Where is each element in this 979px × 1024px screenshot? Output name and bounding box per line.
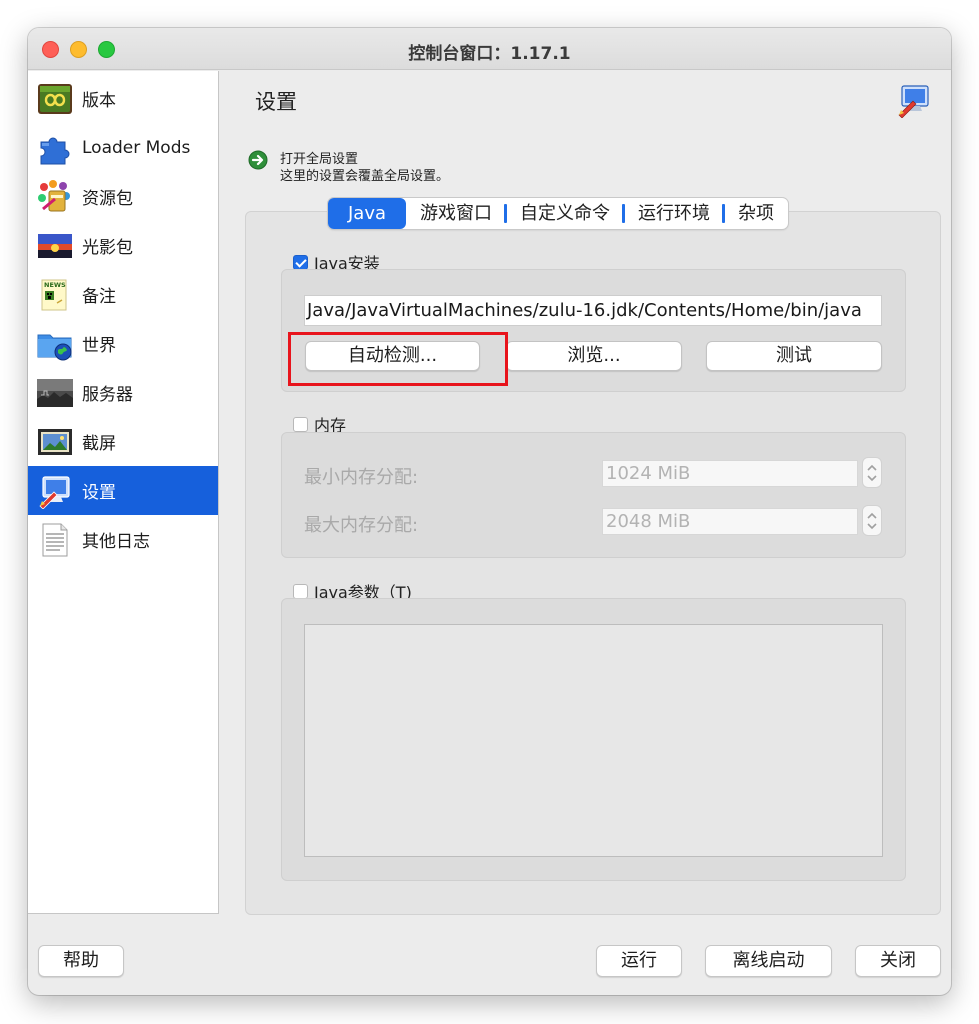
- launcher-window: 控制台窗口：1.17.1 版本 Loader Mods 资源包 光影包 NEWS…: [28, 28, 951, 995]
- browse-button[interactable]: 浏览...: [506, 341, 682, 371]
- java-args-checkbox[interactable]: [293, 583, 308, 599]
- sidebar-item-label: 世界: [82, 336, 116, 356]
- version-infinity-icon: [38, 83, 72, 114]
- picture-frame-icon: [38, 428, 72, 455]
- tab-environment[interactable]: 运行环境: [624, 198, 726, 229]
- sidebar-item-loader-mods[interactable]: Loader Mods: [28, 123, 218, 172]
- max-memory-stepper[interactable]: [862, 505, 882, 536]
- sidebar-item-label: 光影包: [82, 238, 133, 258]
- sidebar-item-label: 设置: [82, 483, 116, 503]
- log-document-icon: [42, 523, 68, 556]
- java-args-textarea[interactable]: [304, 624, 883, 857]
- sunset-image-icon: [38, 233, 72, 258]
- sidebar-item-settings[interactable]: 设置: [28, 466, 218, 515]
- arrow-right-circle-icon[interactable]: [248, 150, 268, 170]
- settings-pen-monitor-icon: [39, 475, 70, 509]
- tab-custom-commands[interactable]: 自定义命令: [506, 198, 626, 229]
- folder-globe-icon: [37, 334, 72, 360]
- settings-pen-monitor-icon: [898, 85, 929, 118]
- min-memory-field[interactable]: 1024 MiB: [602, 460, 858, 487]
- java-path-field[interactable]: Java/JavaVirtualMachines/zulu-16.jdk/Con…: [304, 295, 882, 326]
- test-button[interactable]: 测试: [706, 341, 882, 371]
- min-memory-label: 最小内存分配:: [304, 467, 419, 488]
- tab-label: 自定义命令: [520, 203, 611, 224]
- max-memory-label: 最大内存分配:: [304, 515, 419, 536]
- sidebar-item-notes[interactable]: NEWS 备注: [28, 270, 218, 319]
- global-settings-hint: 这里的设置会覆盖全局设置。: [280, 169, 450, 184]
- sidebar-item-screenshots[interactable]: 截屏: [28, 417, 218, 466]
- sidebar: 版本 Loader Mods 资源包 光影包 NEWS 备注 世界 服务器 截屏…: [28, 71, 219, 914]
- news-note-icon: NEWS: [41, 279, 67, 310]
- memory-checkbox[interactable]: [293, 416, 308, 432]
- sidebar-item-label: Loader Mods: [82, 137, 191, 158]
- sidebar-item-label: 资源包: [82, 189, 133, 209]
- stepper-arrows-icon: [867, 512, 877, 530]
- tab-java[interactable]: Java: [328, 198, 407, 229]
- sidebar-item-version[interactable]: 版本: [28, 74, 218, 123]
- page-title: 设置: [255, 90, 297, 114]
- min-memory-stepper[interactable]: [862, 457, 882, 488]
- sidebar-item-label: 版本: [82, 91, 116, 111]
- window-title: 控制台窗口：1.17.1: [408, 44, 571, 64]
- tab-label: 运行环境: [638, 203, 711, 224]
- sidebar-item-resource-packs[interactable]: 资源包: [28, 172, 218, 221]
- offline-launch-button[interactable]: 离线启动: [705, 945, 832, 977]
- sidebar-item-shader-packs[interactable]: 光影包: [28, 221, 218, 270]
- paint-palette-icon: [38, 179, 70, 211]
- tab-bar: Java 游戏窗口 自定义命令 运行环境 杂项: [328, 198, 789, 229]
- server-landscape-icon: [37, 378, 73, 407]
- title-bar: 控制台窗口：1.17.1: [28, 28, 951, 70]
- svg-text:NEWS: NEWS: [44, 281, 66, 289]
- tab-misc[interactable]: 杂项: [724, 198, 788, 229]
- tab-label: 游戏窗口: [420, 203, 493, 224]
- tab-label: 杂项: [738, 203, 775, 224]
- run-button[interactable]: 运行: [596, 945, 682, 977]
- sidebar-item-worlds[interactable]: 世界: [28, 319, 218, 368]
- close-button[interactable]: 关闭: [855, 945, 941, 977]
- sidebar-item-label: 服务器: [82, 385, 133, 405]
- help-button[interactable]: 帮助: [38, 945, 124, 977]
- sidebar-item-label: 截屏: [82, 434, 116, 454]
- memory-group: [281, 432, 906, 558]
- highlight-box: [288, 332, 508, 386]
- tab-game-window[interactable]: 游戏窗口: [406, 198, 508, 229]
- sidebar-item-label: 其他日志: [82, 532, 150, 552]
- java-install-checkbox[interactable]: [293, 254, 308, 270]
- sidebar-item-other-logs[interactable]: 其他日志: [28, 515, 218, 564]
- puzzle-piece-icon: [40, 137, 70, 164]
- max-memory-field[interactable]: 2048 MiB: [602, 508, 858, 535]
- stepper-arrows-icon: [867, 464, 877, 482]
- sidebar-item-label: 备注: [82, 287, 116, 307]
- sidebar-item-servers[interactable]: 服务器: [28, 368, 218, 417]
